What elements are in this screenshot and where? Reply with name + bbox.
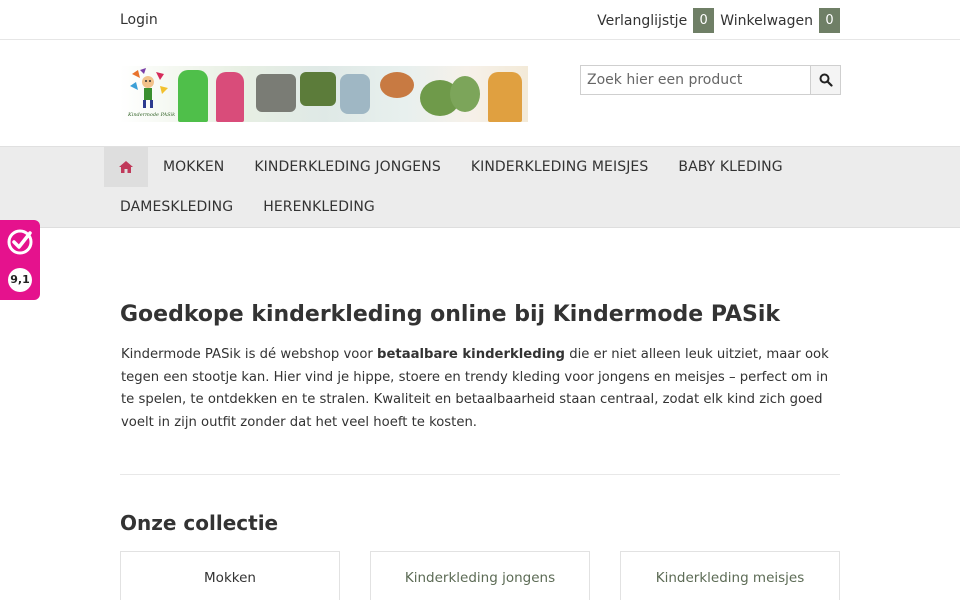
- logo-text: Kindermode PASik: [128, 112, 176, 118]
- nav-item-baby-kleding[interactable]: BABY KLEDING: [663, 147, 797, 187]
- nav-item-herenkleding[interactable]: HERENKLEDING: [248, 187, 390, 227]
- site-header: Kindermode PASik: [0, 40, 960, 146]
- nav-home-button[interactable]: [104, 147, 148, 187]
- collection-heading: Onze collectie: [120, 511, 279, 535]
- collection-card-kinderkleding-meisjes[interactable]: Kinderkleding meisjes: [620, 551, 840, 600]
- nav-row-2: DAMESKLEDING HERENKLEDING: [104, 187, 390, 227]
- top-bar-right: Verlanglijstje 0 Winkelwagen 0: [597, 8, 840, 33]
- intro-text-bold: betaalbare kinderkleding: [377, 347, 565, 362]
- collection-card-mokken[interactable]: Mokken: [120, 551, 340, 600]
- top-bar: Login Verlanglijstje 0 Winkelwagen 0: [0, 0, 960, 40]
- section-divider: [120, 474, 840, 475]
- nav-item-kinderkleding-jongens[interactable]: KINDERKLEDING JONGENS: [239, 147, 455, 187]
- nav-item-mokken[interactable]: MOKKEN: [148, 147, 239, 187]
- rating-widget[interactable]: 9,1: [0, 220, 40, 300]
- search-icon: [819, 73, 833, 87]
- nav-item-dameskleding[interactable]: DAMESKLEDING: [104, 187, 248, 227]
- collection-card-kinderkleding-jongens[interactable]: Kinderkleding jongens: [370, 551, 590, 600]
- wishlist-count-badge[interactable]: 0: [693, 8, 715, 33]
- wishlist-link[interactable]: Verlanglijstje: [597, 13, 687, 29]
- search-button[interactable]: [810, 66, 840, 94]
- nav-item-kinderkleding-meisjes[interactable]: KINDERKLEDING MEISJES: [456, 147, 664, 187]
- login-link[interactable]: Login: [120, 12, 158, 28]
- nav-row-1: MOKKEN KINDERKLEDING JONGENS KINDERKLEDI…: [104, 147, 798, 187]
- intro-text-start: Kindermode PASik is dé webshop voor: [121, 347, 378, 362]
- search-input[interactable]: [581, 66, 810, 94]
- logo-mascot-icon: [130, 68, 168, 108]
- cart-link[interactable]: Winkelwagen: [720, 13, 813, 29]
- search-box: [580, 65, 841, 95]
- checkmark-badge-icon: [7, 229, 33, 255]
- cart-count-badge[interactable]: 0: [819, 8, 840, 33]
- collection-grid: Mokken Kinderkleding jongens Kinderkledi…: [120, 551, 840, 600]
- page-title: Goedkope kinderkleding online bij Kinder…: [120, 302, 780, 327]
- main-navigation: MOKKEN KINDERKLEDING JONGENS KINDERKLEDI…: [0, 146, 960, 228]
- intro-paragraph: Kindermode PASik is dé webshop voor beta…: [121, 344, 841, 434]
- rating-score: 9,1: [8, 268, 32, 292]
- home-icon: [119, 161, 133, 173]
- site-logo-banner[interactable]: Kindermode PASik: [120, 66, 528, 122]
